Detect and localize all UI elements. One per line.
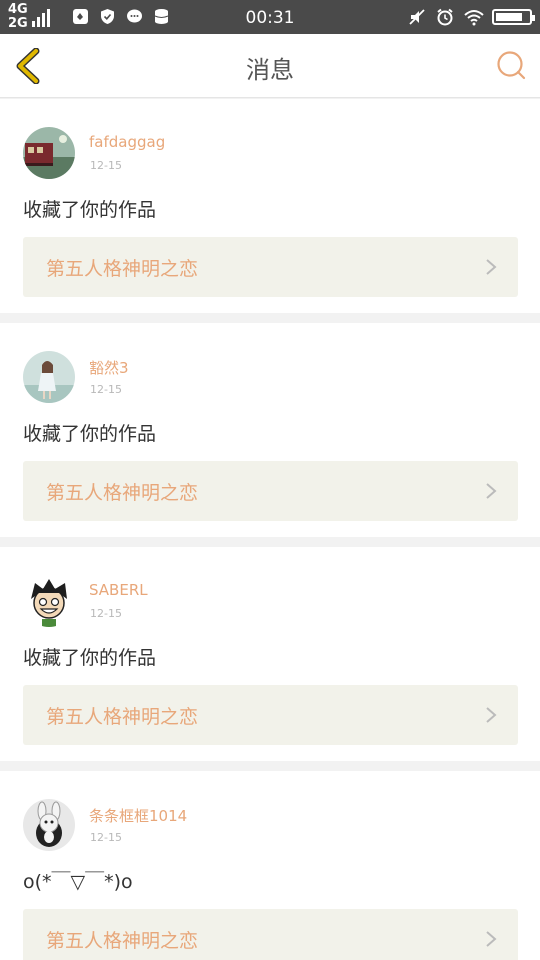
system-icons [408,8,535,26]
notification-card: 条条框框1014 12-15 o(*￣▽￣*)o 第五人格神明之恋 [0,771,540,960]
avatar[interactable] [23,127,75,179]
notification-message: o(*￣▽￣*)o [23,871,133,893]
timestamp: 12-15 [90,831,122,844]
work-title: 第五人格神明之恋 [46,930,199,952]
work-link[interactable]: 第五人格神明之恋 [23,237,518,297]
nav-bar: 消息 [0,34,540,98]
notification-card: fafdaggag 12-15 收藏了你的作品 第五人格神明之恋 [0,99,540,313]
work-title: 第五人格神明之恋 [46,482,199,504]
search-button[interactable] [496,50,526,80]
page-title: 消息 [246,56,294,84]
wifi-icon [464,8,484,26]
notification-message: 收藏了你的作品 [23,423,157,445]
username[interactable]: 条条框框1014 [89,805,187,826]
notification-message: 收藏了你的作品 [23,199,157,221]
chevron-right-icon [486,931,497,947]
avatar[interactable] [23,575,75,627]
search-icon [497,51,526,80]
alarm-icon [436,8,454,26]
username[interactable]: 豁然3 [89,357,129,378]
work-title: 第五人格神明之恋 [46,258,199,280]
work-link[interactable]: 第五人格神明之恋 [23,685,518,745]
status-bar: 4G 2G 00:31 [0,0,540,34]
work-link[interactable]: 第五人格神明之恋 [23,461,518,521]
timestamp: 12-15 [90,383,122,396]
avatar[interactable] [23,351,75,403]
avatar[interactable] [23,799,75,851]
notification-card: SABERL 12-15 收藏了你的作品 第五人格神明之恋 [0,547,540,761]
mute-icon [408,8,426,26]
battery-icon [492,9,535,25]
username[interactable]: fafdaggag [89,133,165,151]
notification-list: fafdaggag 12-15 收藏了你的作品 第五人格神明之恋 豁然3 12-… [0,99,540,960]
chevron-right-icon [486,483,497,499]
notification-card: 豁然3 12-15 收藏了你的作品 第五人格神明之恋 [0,323,540,537]
chevron-right-icon [486,707,497,723]
chevron-right-icon [486,259,497,275]
work-title: 第五人格神明之恋 [46,706,199,728]
username[interactable]: SABERL [89,581,148,599]
work-link[interactable]: 第五人格神明之恋 [23,909,518,960]
notification-message: 收藏了你的作品 [23,647,157,669]
timestamp: 12-15 [90,607,122,620]
timestamp: 12-15 [90,159,122,172]
